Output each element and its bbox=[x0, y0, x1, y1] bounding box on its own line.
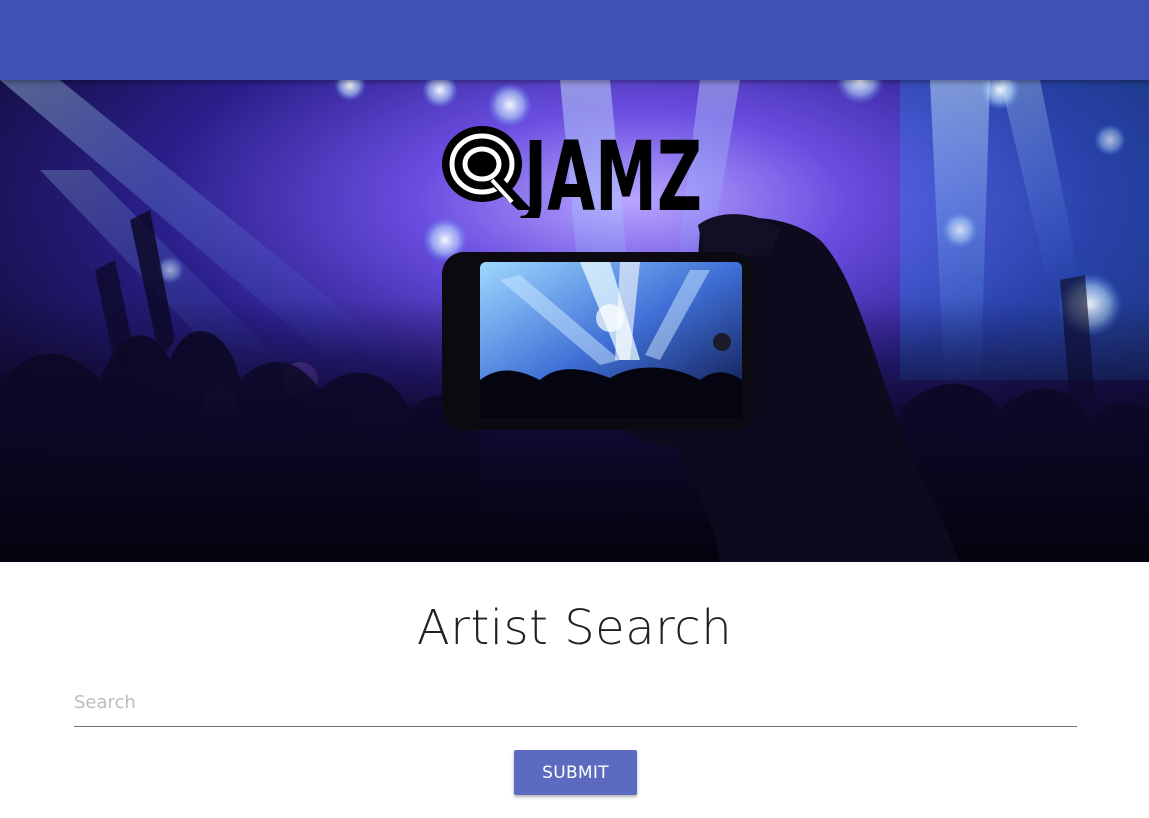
search-input[interactable] bbox=[74, 682, 1077, 722]
logo-text: JAMZ bbox=[520, 121, 702, 218]
jamz-logo: JAMZ bbox=[440, 118, 705, 233]
logo-q-mark-icon bbox=[442, 126, 532, 210]
page-title: Artist Search bbox=[416, 600, 733, 656]
submit-button[interactable]: SUBMIT bbox=[514, 750, 637, 795]
app-bar bbox=[0, 0, 1149, 80]
phone-in-hand bbox=[442, 252, 754, 430]
search-field bbox=[74, 680, 1077, 727]
